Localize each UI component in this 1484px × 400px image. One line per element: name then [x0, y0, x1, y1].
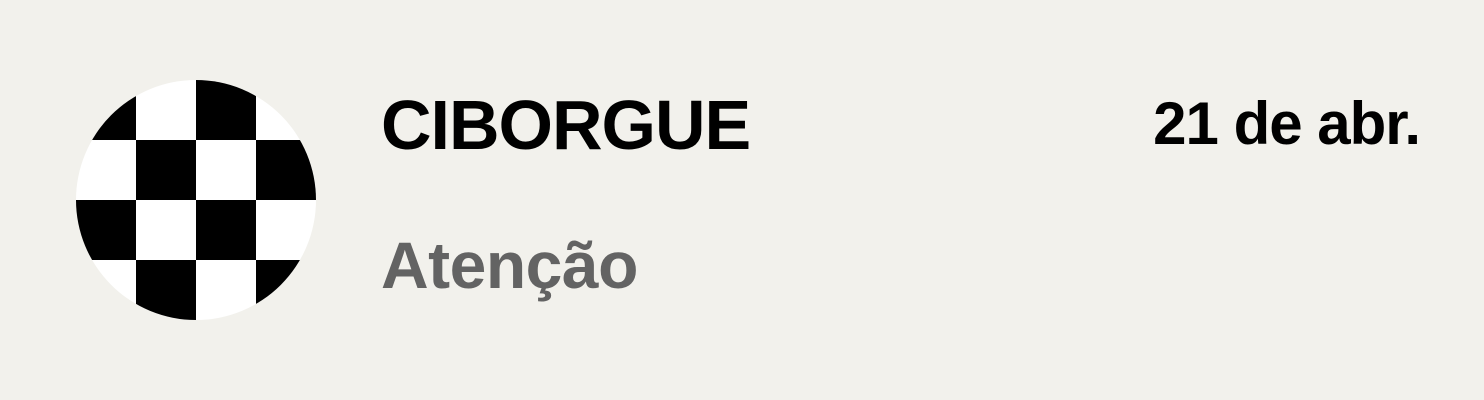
item-subtitle: Atenção: [381, 228, 638, 302]
checker-square: [136, 260, 196, 320]
notification-row[interactable]: CIBORGUE Atenção 21 de abr.: [0, 0, 1484, 400]
checker-square: [196, 80, 256, 140]
checker-square: [196, 200, 256, 260]
checker-square: [256, 140, 316, 200]
checker-square: [136, 140, 196, 200]
checker-square: [76, 200, 136, 260]
checkerboard-avatar-icon: [76, 80, 316, 320]
checker-square: [256, 260, 316, 320]
item-date: 21 de abr.: [1153, 90, 1421, 157]
checker-square: [76, 80, 136, 140]
item-title: CIBORGUE: [381, 86, 751, 164]
